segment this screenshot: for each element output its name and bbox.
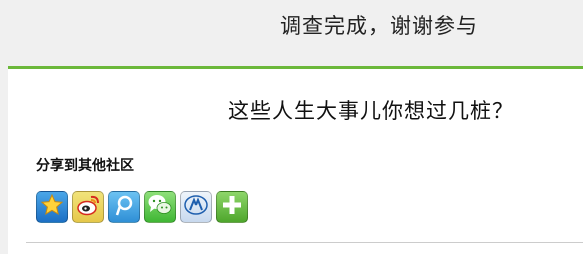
share-renren-button[interactable] bbox=[180, 191, 212, 223]
content-panel: 这些人生大事儿你想过几桩？ 分享到其他社区 bbox=[8, 69, 583, 254]
renren-icon bbox=[183, 193, 209, 221]
share-wechat-button[interactable] bbox=[144, 191, 176, 223]
wechat-icon bbox=[146, 192, 174, 222]
share-more-button[interactable] bbox=[216, 191, 248, 223]
weibo-icon bbox=[75, 193, 101, 221]
page-margin bbox=[0, 66, 8, 254]
share-label: 分享到其他社区 bbox=[36, 158, 134, 174]
completion-message: 调查完成，谢谢参与 bbox=[280, 14, 478, 38]
share-tencent-weibo-button[interactable] bbox=[108, 191, 140, 223]
top-banner: 调查完成，谢谢参与 bbox=[0, 0, 583, 66]
share-qzone-button[interactable] bbox=[36, 191, 68, 223]
share-toolbar bbox=[36, 191, 248, 225]
qzone-star-icon bbox=[40, 193, 64, 221]
share-weibo-button[interactable] bbox=[72, 191, 104, 223]
survey-title: 这些人生大事儿你想过几桩？ bbox=[228, 99, 514, 123]
bottom-divider bbox=[26, 242, 583, 243]
tencent-weibo-icon bbox=[112, 193, 136, 221]
plus-icon bbox=[220, 193, 244, 221]
